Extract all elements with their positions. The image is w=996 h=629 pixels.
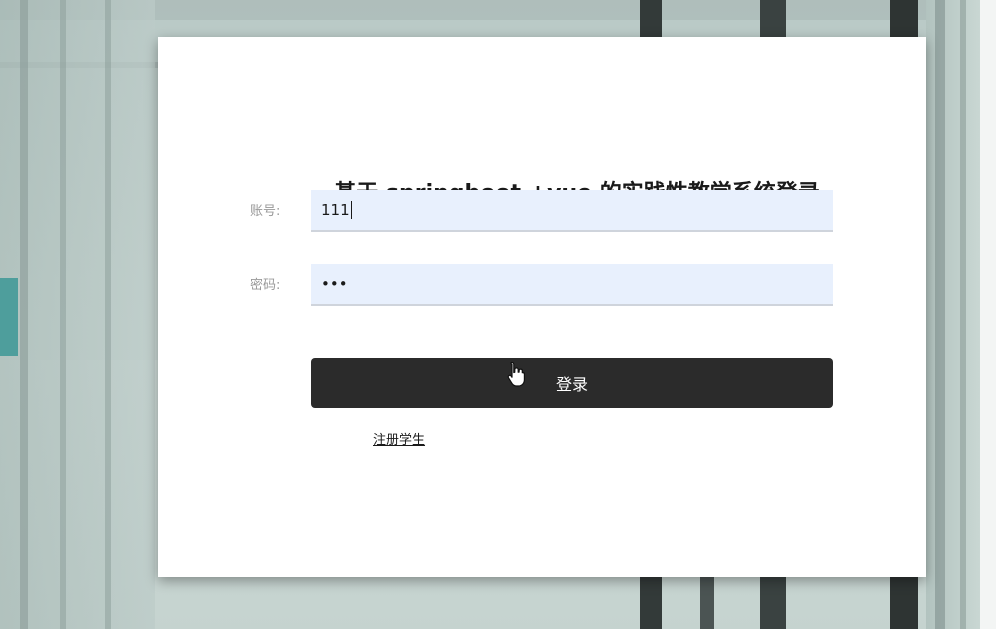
text-caret	[350, 201, 352, 219]
background-column	[700, 577, 714, 629]
password-label: 密码:	[250, 278, 281, 293]
background-column	[890, 0, 918, 37]
background-column	[890, 577, 918, 629]
background-column	[20, 0, 28, 629]
account-label: 账号:	[250, 204, 281, 219]
background-column	[60, 0, 66, 629]
background-column	[105, 0, 111, 629]
password-input[interactable]: •••	[311, 264, 833, 306]
login-button-label: 登录	[555, 375, 588, 394]
background-sign	[0, 278, 18, 356]
background-edge	[980, 0, 996, 629]
background-column	[640, 577, 662, 629]
background-column	[760, 577, 786, 629]
login-card: 基于 springboot +vue 的实践性教学系统登录 账号: 111 密码…	[158, 37, 926, 577]
password-input-value: •••	[321, 275, 348, 293]
account-input-value: 111	[321, 201, 350, 219]
background-column	[760, 0, 786, 37]
account-input[interactable]: 111	[311, 190, 833, 232]
register-student-link[interactable]: 注册学生	[373, 429, 425, 448]
background-column	[640, 0, 662, 37]
background-column	[935, 0, 945, 629]
login-button[interactable]: 登录	[311, 358, 833, 408]
hand-pointer-icon	[507, 361, 525, 387]
background-column	[960, 0, 966, 629]
